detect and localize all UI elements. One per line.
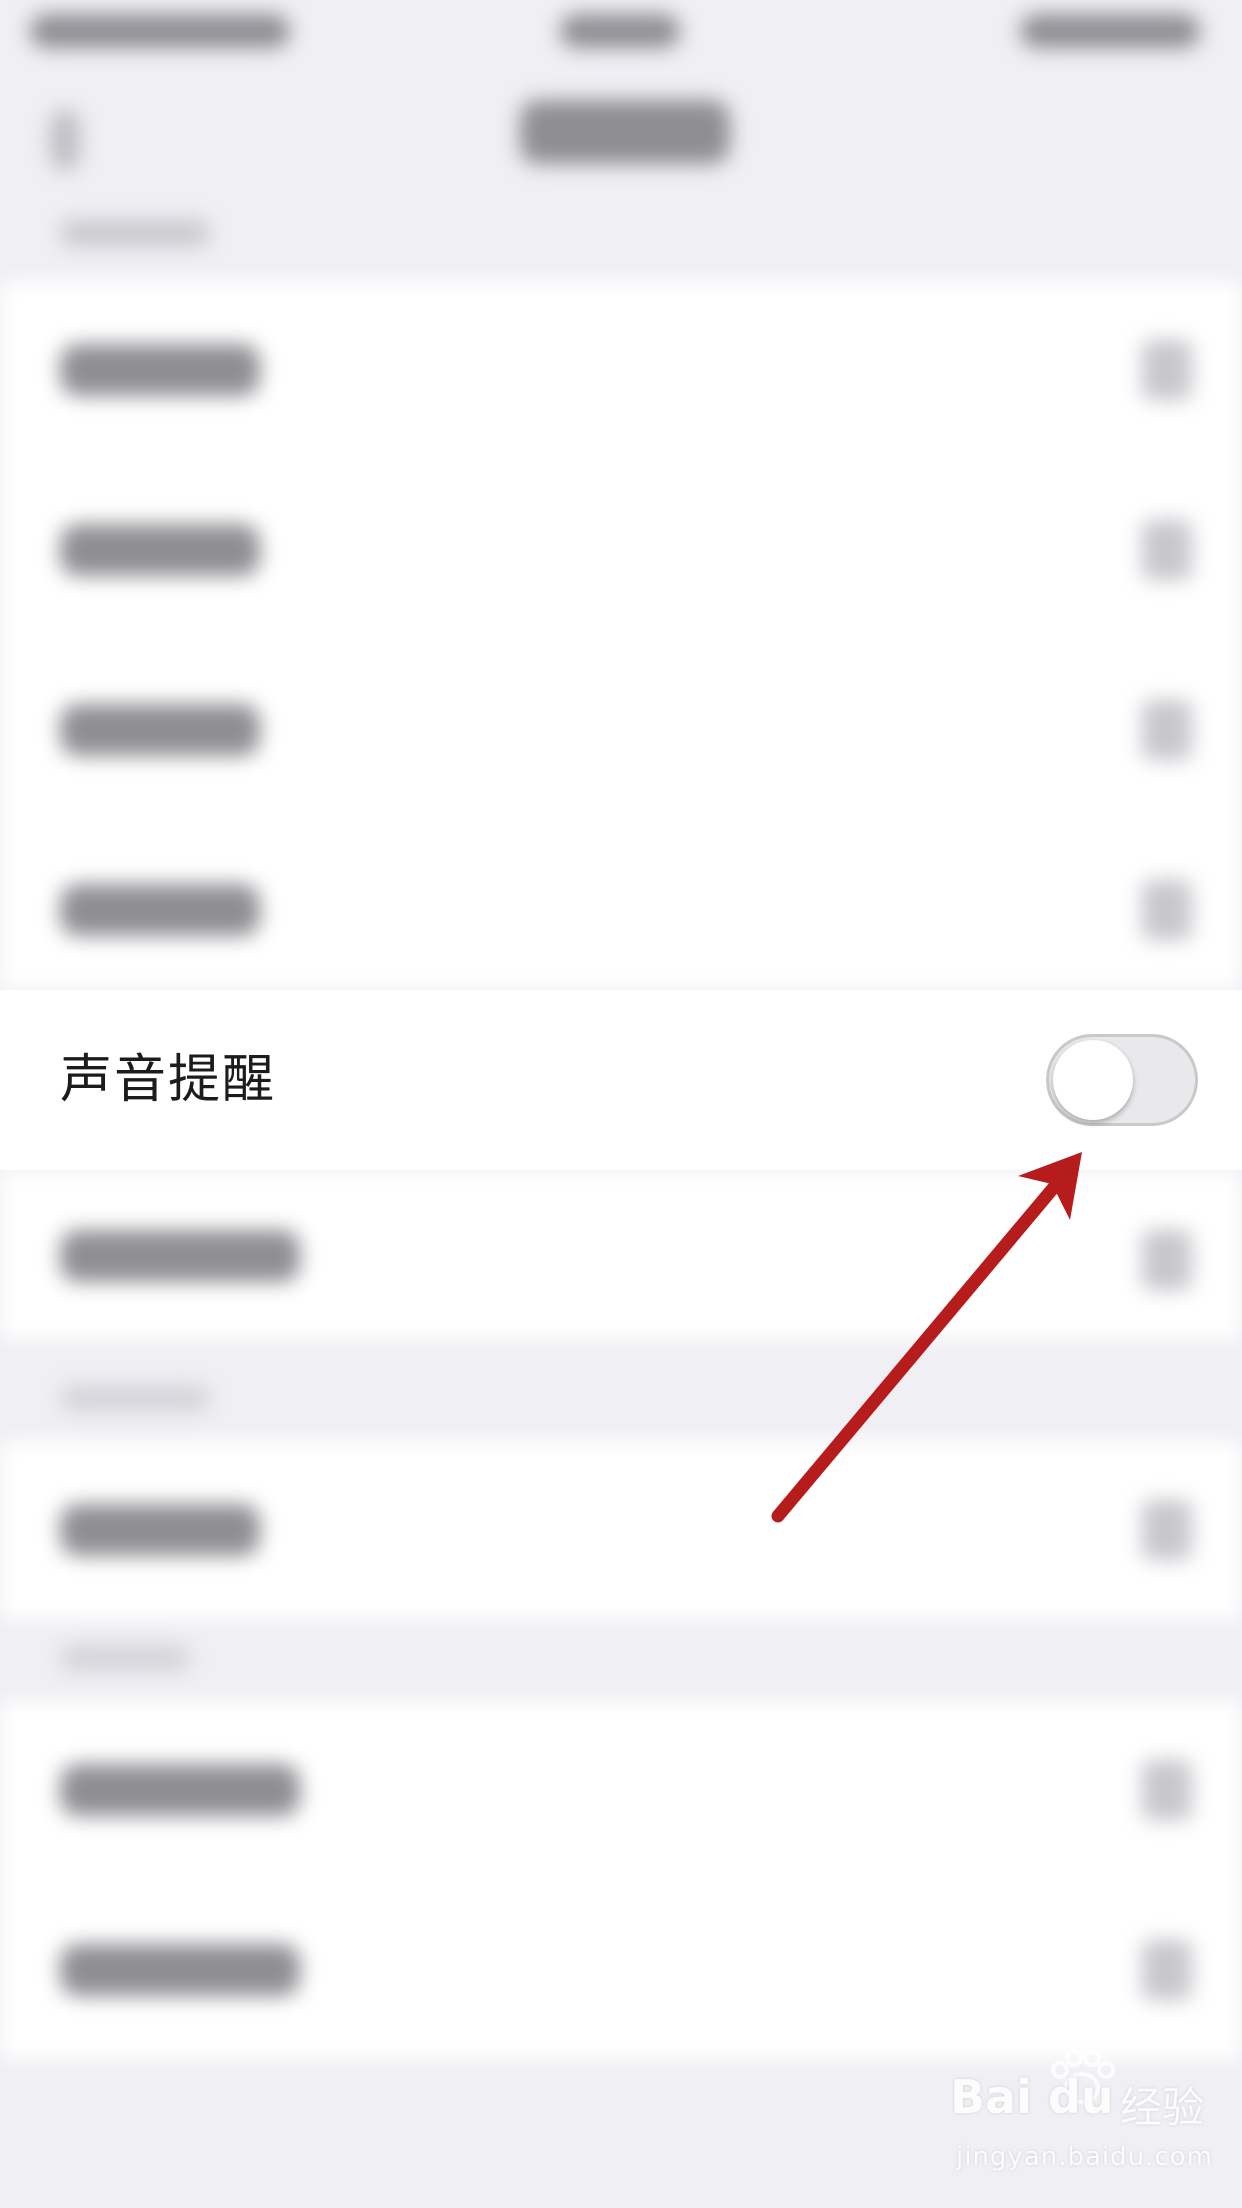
list-item-label-blur xyxy=(60,524,260,576)
baidu-jingyan-watermark: Bai du 经验 jingyan.baidu.com xyxy=(950,2049,1230,2190)
chevron-right-icon xyxy=(1142,1760,1192,1820)
section-header-blur xyxy=(60,1645,190,1671)
settings-group-2 xyxy=(0,1440,1242,1620)
list-item[interactable] xyxy=(0,1170,1242,1340)
sound-reminder-toggle[interactable] xyxy=(1046,1034,1198,1126)
list-item[interactable] xyxy=(0,460,1242,640)
chevron-right-icon xyxy=(1142,340,1192,400)
chevron-right-icon xyxy=(1142,700,1192,760)
nav-title-blur xyxy=(520,100,730,164)
list-item[interactable] xyxy=(0,1880,1242,2060)
status-carrier-blur xyxy=(30,14,290,48)
list-item-label-blur xyxy=(60,1504,260,1556)
list-item-label-blur xyxy=(60,1230,300,1282)
status-battery-blur xyxy=(1020,14,1200,48)
list-item-label-blur xyxy=(60,344,260,396)
chevron-right-icon xyxy=(1142,1230,1192,1290)
status-time-blur xyxy=(560,14,680,48)
list-item-label-blur xyxy=(60,884,260,936)
list-item-label-blur xyxy=(60,704,260,756)
back-icon[interactable] xyxy=(50,110,80,170)
chevron-right-icon xyxy=(1142,520,1192,580)
navigation-bar xyxy=(0,60,1242,260)
list-item[interactable] xyxy=(0,1440,1242,1620)
chevron-right-icon xyxy=(1142,880,1192,940)
list-item[interactable] xyxy=(0,820,1242,1000)
list-item[interactable] xyxy=(0,280,1242,460)
list-item-label-blur xyxy=(60,1764,300,1816)
chevron-right-icon xyxy=(1142,1500,1192,1560)
section-header-blur xyxy=(60,220,210,246)
settings-group-1-tail xyxy=(0,1170,1242,1340)
list-item[interactable] xyxy=(0,1700,1242,1880)
sound-reminder-row: 声音提醒 xyxy=(0,990,1242,1170)
list-item[interactable] xyxy=(0,640,1242,820)
settings-group-3 xyxy=(0,1700,1242,2060)
chevron-right-icon xyxy=(1142,1940,1192,2000)
watermark-product: 经验 xyxy=(1120,2083,1205,2132)
section-header-blur xyxy=(60,1385,210,1411)
toggle-knob xyxy=(1053,1040,1133,1120)
list-item-label-blur xyxy=(60,1944,300,1996)
settings-group-1 xyxy=(0,280,1242,990)
status-bar xyxy=(0,0,1242,60)
watermark-brand: Bai du xyxy=(950,2070,1114,2124)
watermark-url: jingyan.baidu.com xyxy=(956,2142,1213,2172)
sound-reminder-label: 声音提醒 xyxy=(60,1050,277,1110)
